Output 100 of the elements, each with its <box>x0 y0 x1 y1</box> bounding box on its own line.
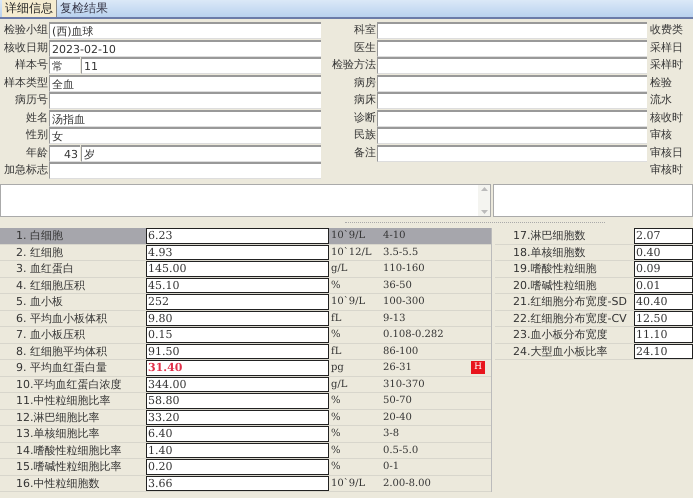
table-cell-text: 26-31 <box>382 361 413 375</box>
input-field[interactable] <box>49 162 321 179</box>
input-field[interactable]: 344.00 <box>146 376 329 392</box>
input-field[interactable]: 1.40 <box>146 442 329 458</box>
field-label: 流水 <box>649 92 672 108</box>
input-field[interactable]: 11 <box>81 57 321 74</box>
table-cell[interactable]: 17.淋巴细胞数 <box>495 228 634 244</box>
tab[interactable]: 详细信息 <box>2 0 57 17</box>
input-field[interactable]: 全血 <box>49 74 321 92</box>
table-cell-text: fL <box>330 312 342 326</box>
table-cell[interactable]: 24.大型血小板比率 <box>495 344 634 359</box>
table-cell-text: 50-70 <box>382 394 413 408</box>
memo-field[interactable] <box>0 184 491 217</box>
table-cell[interactable]: 8. 红细胞平均体积 <box>0 344 146 359</box>
table-cell-text: % <box>330 460 342 474</box>
input-field[interactable]: 58.80 <box>146 393 329 408</box>
input-field[interactable] <box>377 110 647 126</box>
input-field[interactable] <box>377 74 647 92</box>
table-cell[interactable]: 23.血小板分布宽度 <box>495 327 634 342</box>
input-field[interactable]: (西)血球 <box>49 22 321 39</box>
input-field[interactable]: 11.10 <box>634 327 693 342</box>
input-field[interactable]: 常 <box>49 57 80 74</box>
input-field[interactable]: 252 <box>146 294 329 310</box>
input-field[interactable]: 2023-02-10 <box>49 40 321 56</box>
field-label: 加急标志 <box>3 162 49 178</box>
scroll-down-icon[interactable] <box>480 210 488 214</box>
table-cell-text: 10`12/L <box>330 246 372 260</box>
table-cell[interactable]: 15.嗜碱性粒细胞比率 <box>0 459 146 474</box>
input-field[interactable] <box>377 127 647 144</box>
input-field[interactable]: 0.15 <box>146 327 329 342</box>
field-label: 核收时 <box>649 110 683 126</box>
table-cell[interactable]: 7. 血小板压积 <box>0 327 146 342</box>
table-cell[interactable]: 5. 血小板 <box>0 294 146 310</box>
input-field[interactable] <box>377 22 647 39</box>
input-field[interactable]: 6.23 <box>146 228 329 244</box>
table-cell-text: 110-160 <box>382 262 426 276</box>
table-cell[interactable]: 14.嗜酸性粒细胞比率 <box>0 442 146 458</box>
table-cell[interactable]: 2. 红细胞 <box>0 244 146 260</box>
field-label: 姓名 <box>25 110 49 126</box>
scrollbar[interactable] <box>478 185 490 216</box>
field-label: 病历号 <box>14 92 49 108</box>
table-cell-text: % <box>330 278 342 292</box>
input-field[interactable] <box>377 40 647 56</box>
input-field[interactable]: 31.40 <box>146 360 329 376</box>
input-field[interactable]: 40.40 <box>634 294 693 310</box>
input-field[interactable] <box>49 92 321 109</box>
table-cell-text: 10`9/L <box>330 229 366 243</box>
table-cell[interactable]: 10.平均血红蛋白浓度 <box>0 376 146 392</box>
input-field[interactable]: 4.93 <box>146 244 329 260</box>
input-field[interactable]: 12.50 <box>634 310 693 326</box>
input-field[interactable]: 0.20 <box>146 459 329 474</box>
field-label: 检验方法 <box>331 57 377 74</box>
input-field[interactable]: 43 <box>49 144 80 162</box>
table-cell-text: % <box>330 394 342 408</box>
field-label: 检验小组 <box>3 22 49 38</box>
input-field[interactable]: 3.66 <box>146 476 329 491</box>
table-cell-text: 2.00-8.00 <box>382 476 432 490</box>
input-field[interactable]: 145.00 <box>146 261 329 276</box>
tab[interactable]: 复检结果 <box>57 0 111 17</box>
input-field[interactable]: 33.20 <box>146 410 329 425</box>
table-cell[interactable]: 16.中性粒细胞数 <box>0 476 146 491</box>
input-field[interactable]: 0.01 <box>634 278 693 293</box>
table-cell[interactable]: 18.单核细胞数 <box>495 244 634 260</box>
input-field[interactable]: 24.10 <box>634 344 693 359</box>
table-cell[interactable]: 13.单核细胞比率 <box>0 426 146 442</box>
table-cell[interactable]: 12.淋巴细胞比率 <box>0 410 146 425</box>
table-cell[interactable]: 6. 平均血小板体积 <box>0 310 146 326</box>
memo-field[interactable] <box>493 184 693 217</box>
input-field[interactable] <box>377 57 647 74</box>
table-cell-text: 0.108-0.282 <box>382 328 445 342</box>
input-field[interactable]: 女 <box>49 127 321 144</box>
table-cell[interactable]: 21.红细胞分布宽度-SD <box>495 294 634 310</box>
scroll-up-icon[interactable] <box>480 187 488 191</box>
input-field[interactable]: 45.10 <box>146 278 329 293</box>
input-field[interactable]: 91.50 <box>146 344 329 359</box>
input-field[interactable]: 0.40 <box>634 244 693 260</box>
input-field[interactable]: 汤指血 <box>49 110 321 126</box>
table-cell[interactable]: 3. 血红蛋白 <box>0 261 146 276</box>
input-field[interactable]: 岁 <box>81 144 321 162</box>
table-cell-text: 9-13 <box>382 312 406 326</box>
table-cell[interactable]: 1. 白细胞 <box>0 228 146 244</box>
input-field[interactable] <box>377 92 647 109</box>
input-field[interactable]: 6.40 <box>146 426 329 442</box>
table-cell[interactable]: 19.嗜酸性粒细胞 <box>495 261 634 276</box>
table-cell[interactable]: 9. 平均血红蛋白量 <box>0 360 146 376</box>
table-cell[interactable]: 11.中性粒细胞比率 <box>0 393 146 408</box>
input-field[interactable]: 9.80 <box>146 310 329 326</box>
table-cell-text: 3-8 <box>382 427 400 441</box>
table-cell-text: g/L <box>330 378 348 392</box>
input-field[interactable]: 0.09 <box>634 261 693 276</box>
input-field[interactable] <box>377 144 647 162</box>
table-cell[interactable]: 4. 红细胞压积 <box>0 278 146 293</box>
table-cell[interactable]: 20.嗜碱性粒细胞 <box>495 278 634 293</box>
table-cell-text: pg <box>330 361 345 375</box>
table-cell-text: 10`9/L <box>330 295 366 309</box>
table-cell-text: 100-300 <box>382 295 426 309</box>
input-field[interactable]: 2.07 <box>634 228 693 244</box>
table-cell-text: % <box>330 328 342 342</box>
table-cell[interactable]: 22.红细胞分布宽度-CV <box>495 310 634 326</box>
field-label: 采样时 <box>649 57 683 74</box>
